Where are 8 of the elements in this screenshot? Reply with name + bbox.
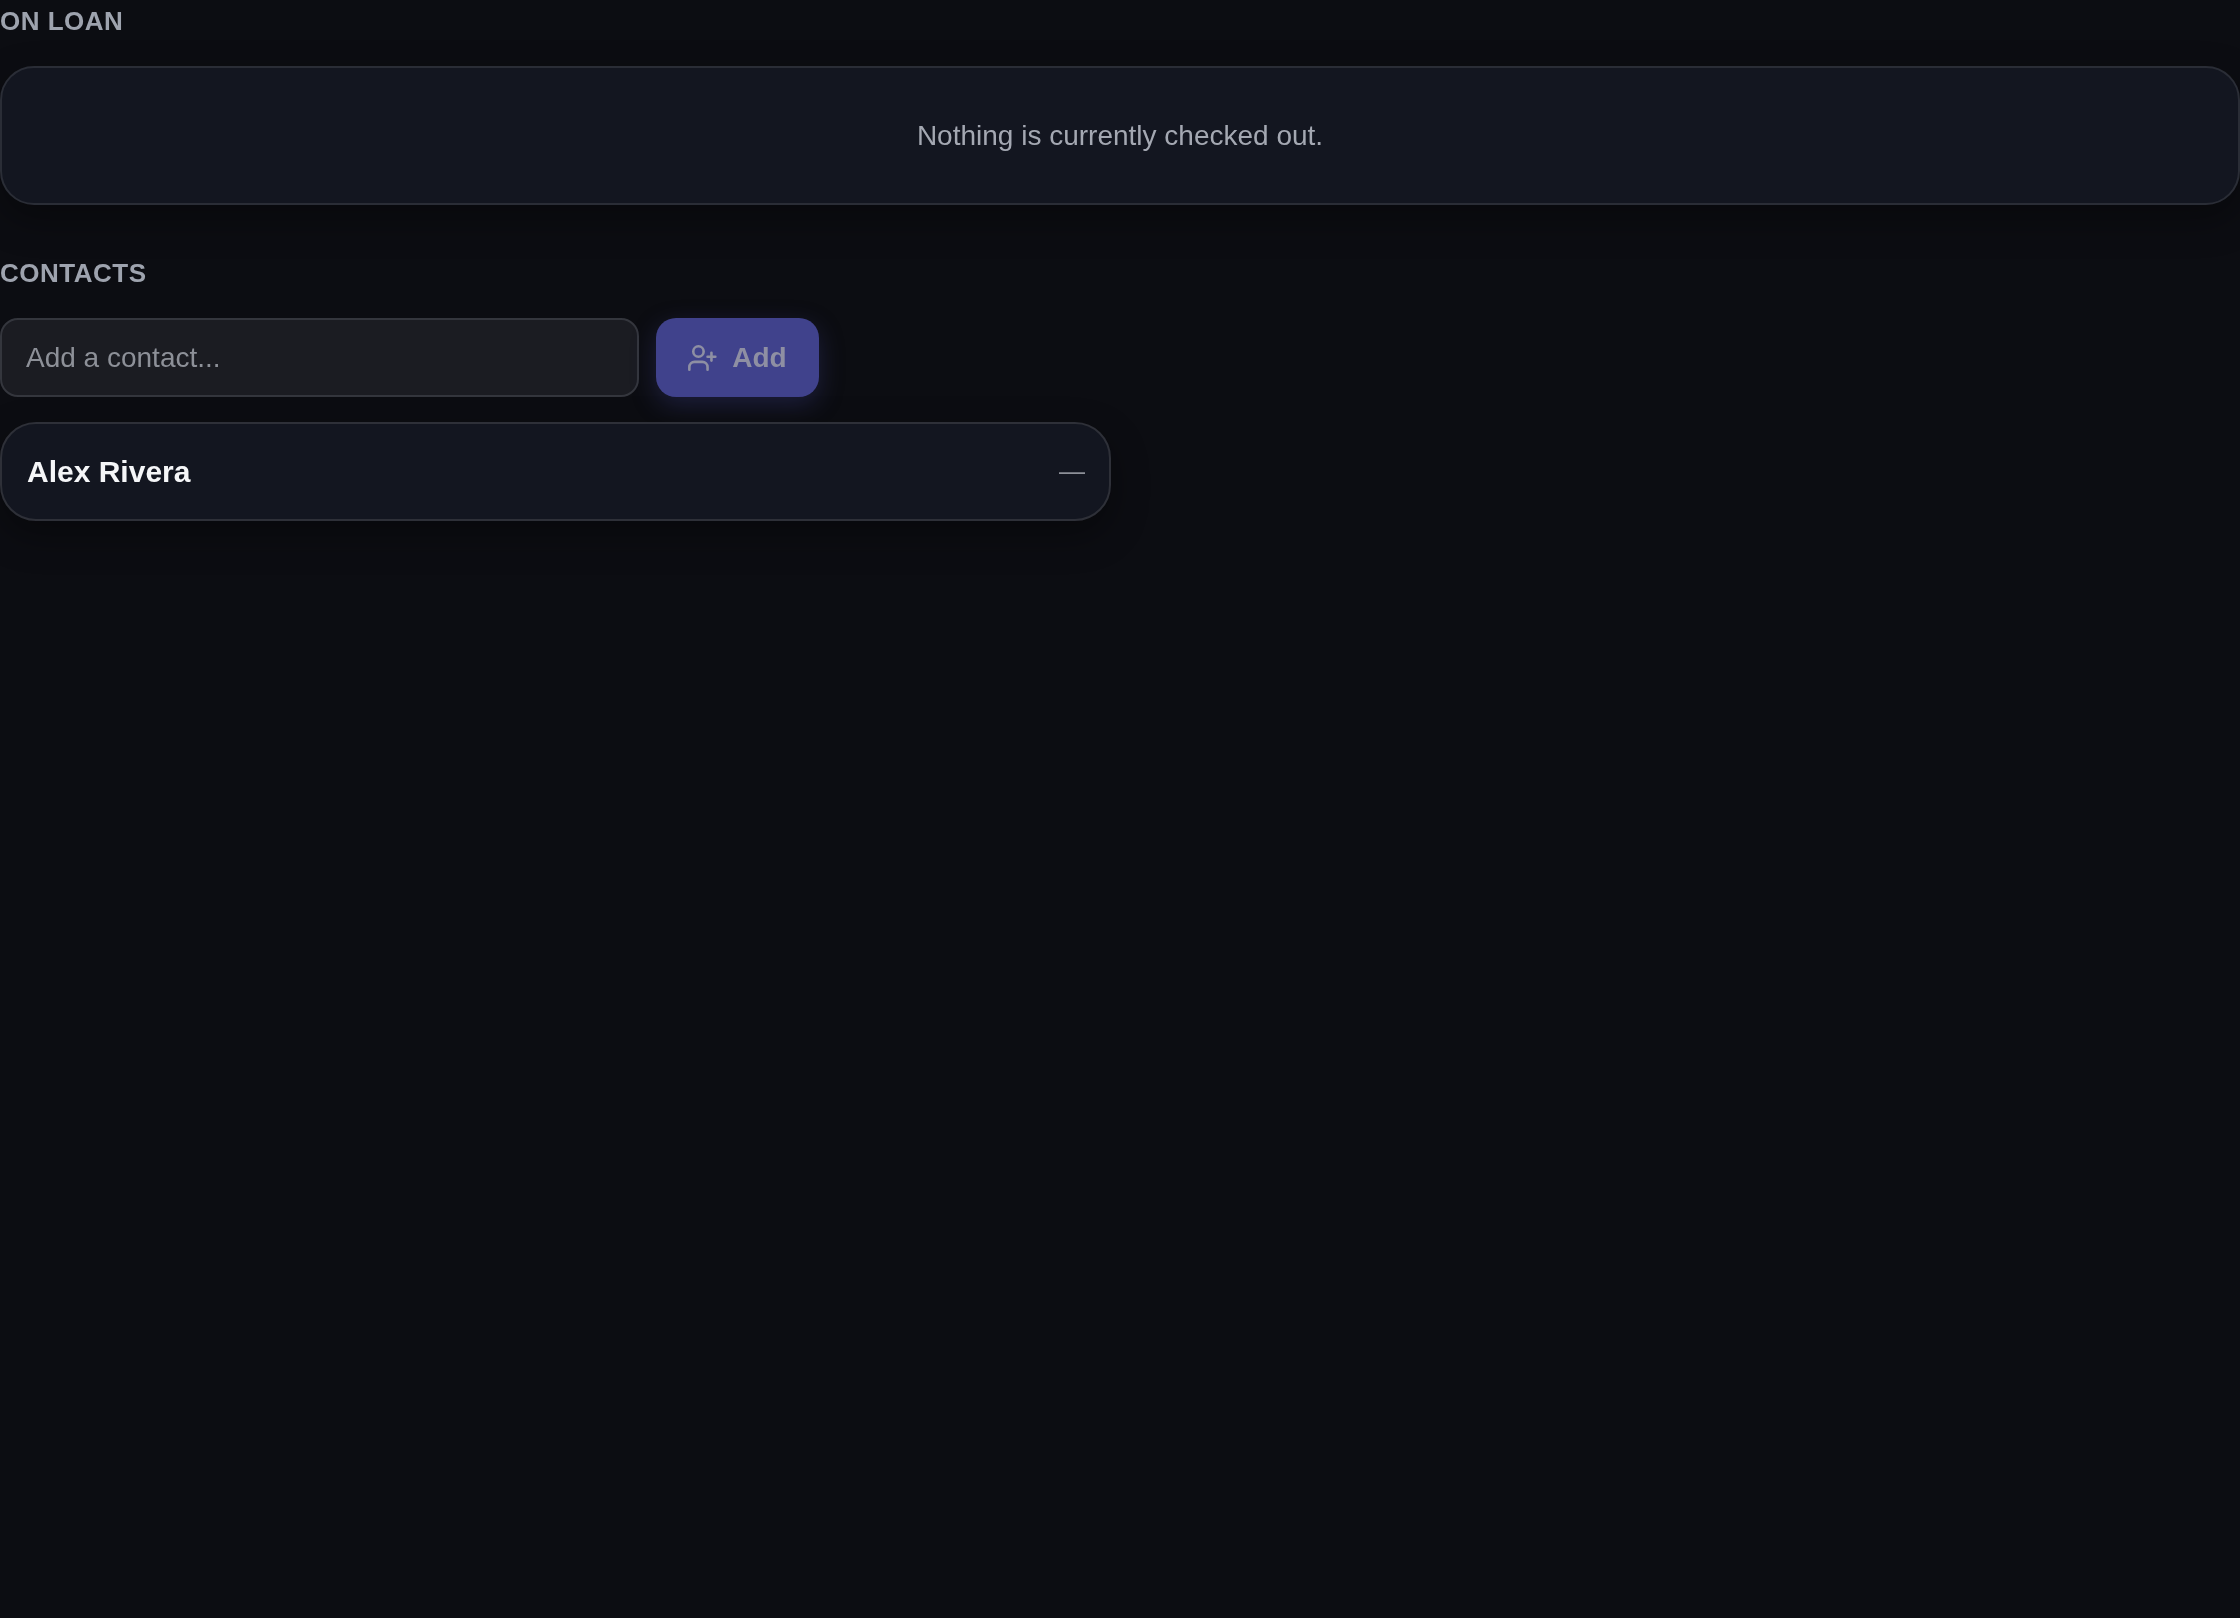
contact-note: — — [1059, 456, 1085, 487]
contact-input[interactable]: Add a contact... — [0, 318, 639, 397]
contact-name: Alex Rivera — [27, 454, 191, 489]
section-heading: ON LOAN — [0, 5, 124, 38]
user-plus-icon — [688, 344, 719, 371]
contact-card[interactable]: Alex Rivera — — [0, 422, 1111, 521]
section-heading: CONTACTS — [0, 257, 147, 290]
empty-message: Nothing is currently checked out. — [916, 119, 1324, 152]
